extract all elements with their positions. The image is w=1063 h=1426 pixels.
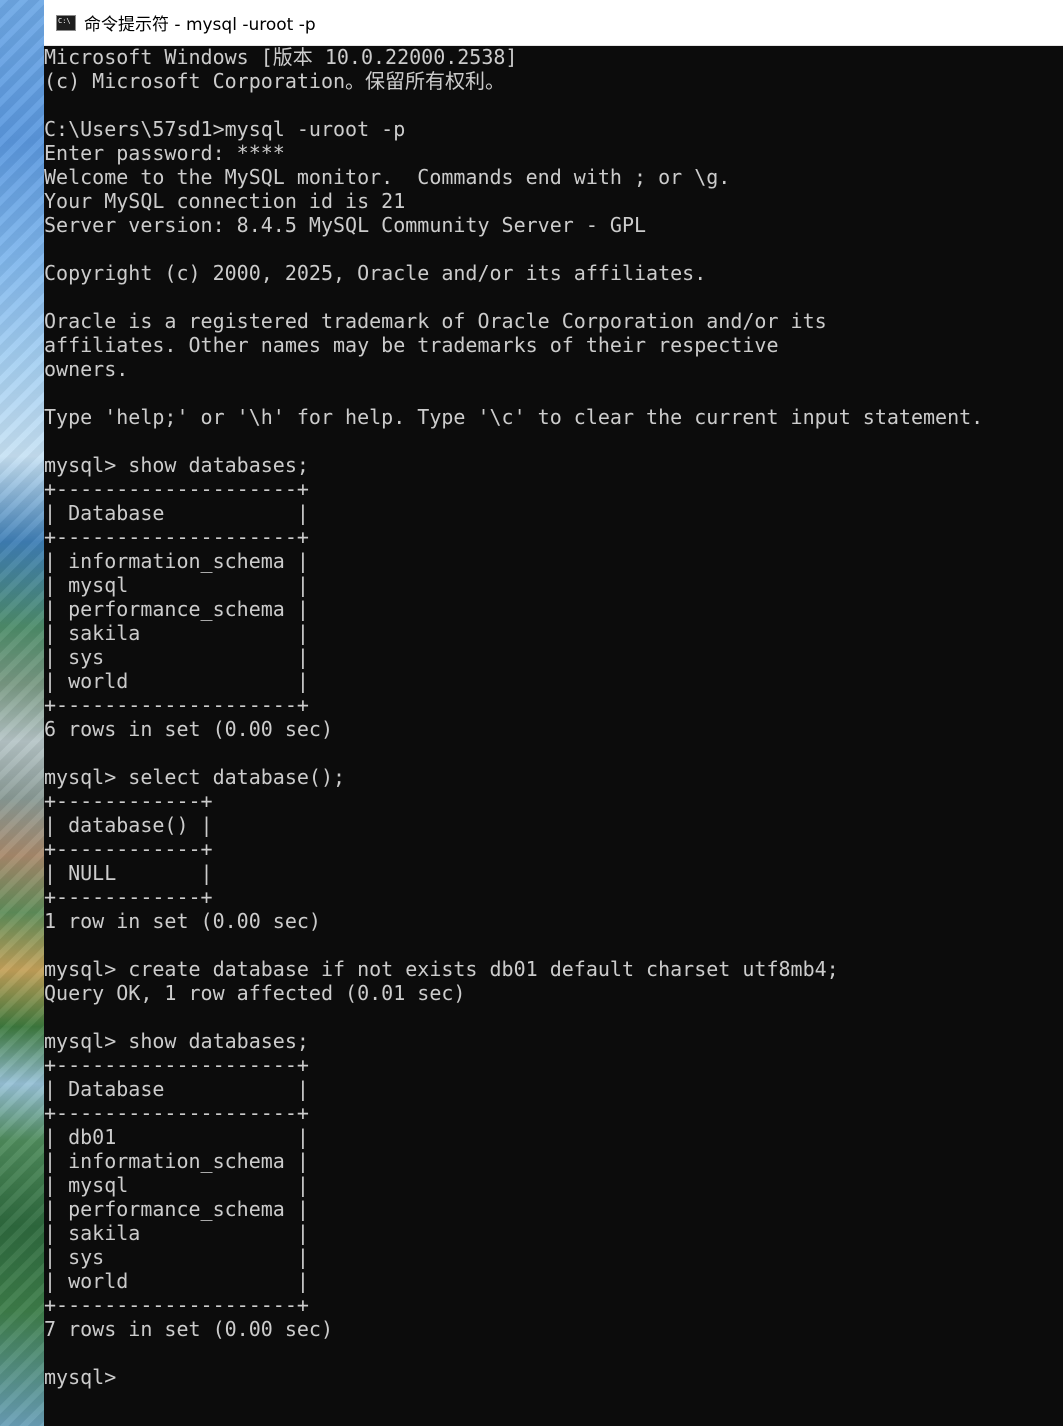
console-line: mysql> show databases; [44, 453, 309, 477]
console-line: | sys | [44, 1245, 309, 1269]
console-line: | sakila | [44, 1221, 309, 1245]
console-line: Your MySQL connection id is 21 [44, 189, 406, 213]
console-line: 7 rows in set (0.00 sec) [44, 1317, 333, 1341]
console-line: | db01 | [44, 1125, 309, 1149]
console-line: Query OK, 1 row affected (0.01 sec) [44, 981, 466, 1005]
title-bar[interactable]: 命令提示符 - mysql -uroot -p [44, 0, 1063, 46]
console-line: +------------+ [44, 789, 213, 813]
console-line: Welcome to the MySQL monitor. Commands e… [44, 165, 731, 189]
console-line: Oracle is a registered trademark of Orac… [44, 309, 827, 333]
console-line: mysql> [44, 1365, 117, 1389]
desktop-wallpaper [0, 0, 44, 1426]
window-title: 命令提示符 - mysql -uroot -p [84, 15, 316, 35]
console-line: | performance_schema | [44, 597, 309, 621]
console-line: +------------+ [44, 837, 213, 861]
console-line: Copyright (c) 2000, 2025, Oracle and/or … [44, 261, 707, 285]
console-line: | Database | [44, 501, 309, 525]
console-line: | sakila | [44, 621, 309, 645]
console-line: | mysql | [44, 1173, 309, 1197]
console-line: +--------------------+ [44, 1053, 309, 1077]
console-line: Microsoft Windows [版本 10.0.22000.2538] [44, 45, 518, 69]
console-line: Server version: 8.4.5 MySQL Community Se… [44, 213, 647, 237]
console-line: 1 row in set (0.00 sec) [44, 909, 321, 933]
console-output[interactable]: Microsoft Windows [版本 10.0.22000.2538] (c… [44, 45, 1063, 1426]
console-line: 6 rows in set (0.00 sec) [44, 717, 333, 741]
console-line: | performance_schema | [44, 1197, 309, 1221]
console-line: +------------+ [44, 885, 213, 909]
console-line: | Database | [44, 1077, 309, 1101]
console-line: | world | [44, 1269, 309, 1293]
console-line: | information_schema | [44, 549, 309, 573]
console-line: (c) Microsoft Corporation。保留所有权利。 [44, 69, 506, 93]
console-line: | world | [44, 669, 309, 693]
console-line: +--------------------+ [44, 693, 309, 717]
console-line: C:\Users\57sd1>mysql -uroot -p [44, 117, 406, 141]
console-line: mysql> select database(); [44, 765, 346, 789]
command-prompt-window[interactable]: 命令提示符 - mysql -uroot -p Microsoft Window… [44, 0, 1063, 1426]
console-line: | information_schema | [44, 1149, 309, 1173]
console-line: +--------------------+ [44, 477, 309, 501]
console-line: | database() | [44, 813, 213, 837]
console-line: Type 'help;' or '\h' for help. Type '\c'… [44, 405, 984, 429]
console-line: owners. [44, 357, 129, 381]
cmd-icon [56, 14, 76, 31]
console-line: +--------------------+ [44, 1293, 309, 1317]
console-line: Enter password: **** [44, 141, 285, 165]
console-line: | NULL | [44, 861, 213, 885]
console-line: affiliates. Other names may be trademark… [44, 333, 779, 357]
console-line: +--------------------+ [44, 1101, 309, 1125]
console-line: +--------------------+ [44, 525, 309, 549]
console-line: | mysql | [44, 573, 309, 597]
console-line: mysql> create database if not exists db0… [44, 957, 839, 981]
console-line: | sys | [44, 645, 309, 669]
console-line: mysql> show databases; [44, 1029, 309, 1053]
